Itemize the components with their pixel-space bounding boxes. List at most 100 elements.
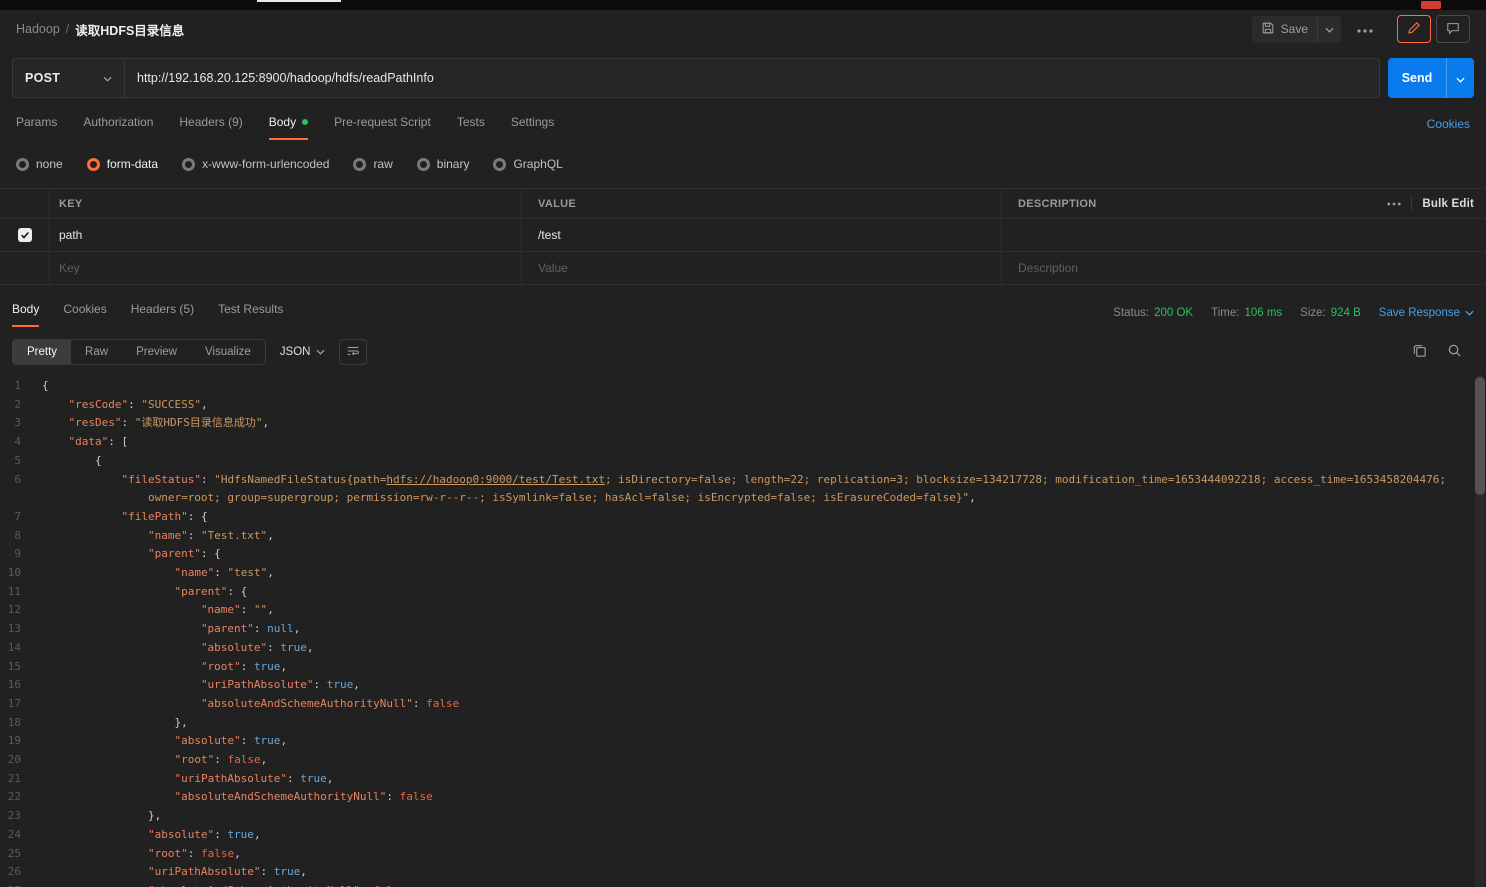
description-input[interactable] bbox=[1018, 261, 1486, 275]
save-button[interactable]: Save bbox=[1252, 16, 1317, 43]
mode-raw[interactable]: raw bbox=[353, 157, 392, 171]
view-tab-visualize[interactable]: Visualize bbox=[191, 340, 265, 364]
code-token: : bbox=[254, 622, 267, 635]
tab-headers[interactable]: Headers (9) bbox=[179, 115, 242, 140]
cell-description[interactable] bbox=[1002, 219, 1486, 251]
view-tab-pretty[interactable]: Pretty bbox=[13, 340, 71, 364]
url-input[interactable] bbox=[124, 58, 1380, 98]
mode-graphql[interactable]: GraphQL bbox=[493, 157, 562, 171]
more-options-icon[interactable] bbox=[1387, 202, 1401, 206]
code-line: 4"data": [ bbox=[0, 433, 1472, 452]
save-options-button[interactable] bbox=[1317, 17, 1341, 41]
value-input[interactable] bbox=[538, 261, 1001, 275]
header-key: KEY bbox=[50, 189, 522, 218]
view-tab-preview[interactable]: Preview bbox=[122, 340, 191, 364]
table-row: path /test bbox=[0, 219, 1486, 252]
breadcrumb-separator: / bbox=[66, 22, 69, 36]
header-check-cell bbox=[0, 189, 50, 218]
copy-icon bbox=[1412, 343, 1427, 361]
tab-tests[interactable]: Tests bbox=[457, 115, 485, 140]
mode-binary[interactable]: binary bbox=[417, 157, 470, 171]
code-token: : bbox=[214, 753, 227, 766]
cell-key[interactable]: path bbox=[50, 219, 522, 251]
code-token: : bbox=[241, 660, 254, 673]
code-line-content: "parent": null, bbox=[42, 620, 1472, 639]
tab-authorization[interactable]: Authorization bbox=[83, 115, 153, 140]
response-header: Body Cookies Headers (5) Test Results St… bbox=[0, 297, 1486, 327]
code-line-content: "absoluteAndSchemeAuthorityNull": false bbox=[42, 788, 1472, 807]
mode-label: form-data bbox=[107, 157, 158, 171]
time-value: 106 ms bbox=[1244, 307, 1282, 319]
tab-params[interactable]: Params bbox=[16, 115, 57, 140]
url-link[interactable]: hdfs://hadoop0:9000/test/Test.txt bbox=[386, 473, 605, 486]
mode-form-data[interactable]: form-data bbox=[87, 157, 158, 171]
line-number: 16 bbox=[0, 676, 42, 695]
response-tab-test-results[interactable]: Test Results bbox=[218, 302, 283, 327]
time-label: Time: bbox=[1211, 307, 1239, 319]
code-token: , bbox=[280, 734, 287, 747]
response-tab-body[interactable]: Body bbox=[12, 302, 39, 327]
code-token: "root" bbox=[148, 847, 188, 860]
vertical-scrollbar[interactable] bbox=[1475, 375, 1485, 887]
code-token: , bbox=[262, 416, 269, 429]
breadcrumb-request-name[interactable]: 读取HDFS目录信息 bbox=[75, 20, 184, 39]
code-line: 1{ bbox=[0, 377, 1472, 396]
body-mode-selector: none form-data x-www-form-urlencoded raw… bbox=[0, 152, 1486, 176]
row-checkbox-checked[interactable] bbox=[18, 228, 32, 242]
radio-icon bbox=[16, 158, 29, 171]
code-line-content: "root": false, bbox=[42, 751, 1472, 770]
row-check-cell bbox=[0, 219, 50, 251]
key-input[interactable] bbox=[59, 261, 521, 275]
code-line-content: "fileStatus": "HdfsNamedFileStatus{path=… bbox=[42, 471, 1472, 508]
response-tab-cookies[interactable]: Cookies bbox=[63, 302, 106, 327]
edit-request-button[interactable] bbox=[1397, 15, 1431, 43]
line-number: 25 bbox=[0, 845, 42, 864]
tab-label: Authorization bbox=[83, 115, 153, 129]
code-token: }, bbox=[148, 809, 161, 822]
more-options-button[interactable] bbox=[1351, 17, 1379, 41]
tab-body[interactable]: Body bbox=[269, 115, 308, 140]
code-token: "读取HDFS目录信息成功" bbox=[135, 416, 263, 429]
tab-settings[interactable]: Settings bbox=[511, 115, 554, 140]
code-token: "parent" bbox=[174, 585, 227, 598]
code-token: "absolute" bbox=[174, 734, 240, 747]
code-token: , bbox=[261, 753, 268, 766]
send-options-button[interactable] bbox=[1446, 58, 1474, 98]
header-actions: Save bbox=[1252, 15, 1470, 43]
send-button[interactable]: Send bbox=[1388, 58, 1446, 98]
breadcrumb-workspace[interactable]: Hadoop bbox=[16, 22, 60, 36]
mode-x-www-form-urlencoded[interactable]: x-www-form-urlencoded bbox=[182, 157, 329, 171]
copy-button[interactable] bbox=[1412, 343, 1427, 361]
radio-icon bbox=[493, 158, 506, 171]
cell-description bbox=[1002, 252, 1486, 284]
cookies-link[interactable]: Cookies bbox=[1427, 117, 1470, 140]
save-response-button[interactable]: Save Response bbox=[1379, 307, 1474, 319]
code-token: : bbox=[261, 865, 274, 878]
response-code: 1{2"resCode": "SUCCESS",3"resDes": "读取HD… bbox=[0, 373, 1486, 887]
search-button[interactable] bbox=[1447, 343, 1462, 361]
cell-value[interactable]: /test bbox=[522, 219, 1002, 251]
code-line: 12"name": "", bbox=[0, 601, 1472, 620]
code-token: : bbox=[188, 529, 201, 542]
view-tab-raw[interactable]: Raw bbox=[71, 340, 122, 364]
code-token: "Test.txt" bbox=[201, 529, 267, 542]
format-select[interactable]: JSON bbox=[280, 346, 326, 358]
response-tab-headers[interactable]: Headers (5) bbox=[131, 302, 194, 327]
scrollbar-thumb[interactable] bbox=[1475, 377, 1485, 495]
method-select[interactable]: POST bbox=[12, 58, 124, 98]
code-line-content: { bbox=[42, 377, 1472, 396]
radio-icon bbox=[353, 158, 366, 171]
comment-icon bbox=[1446, 21, 1460, 38]
recording-indicator bbox=[1421, 1, 1441, 9]
tab-pre-request-script[interactable]: Pre-request Script bbox=[334, 115, 431, 140]
radio-icon bbox=[87, 158, 100, 171]
bulk-edit-button[interactable]: Bulk Edit bbox=[1422, 198, 1474, 210]
mode-label: none bbox=[36, 157, 63, 171]
code-line: 18}, bbox=[0, 714, 1472, 733]
code-line-content: "name": "Test.txt", bbox=[42, 527, 1472, 546]
comments-button[interactable] bbox=[1436, 15, 1470, 43]
code-token: , bbox=[353, 678, 360, 691]
wrap-lines-button[interactable] bbox=[339, 339, 367, 365]
code-line: 27"absoluteAndSchemeAuthorityNull": fals… bbox=[0, 882, 1472, 887]
mode-none[interactable]: none bbox=[16, 157, 63, 171]
